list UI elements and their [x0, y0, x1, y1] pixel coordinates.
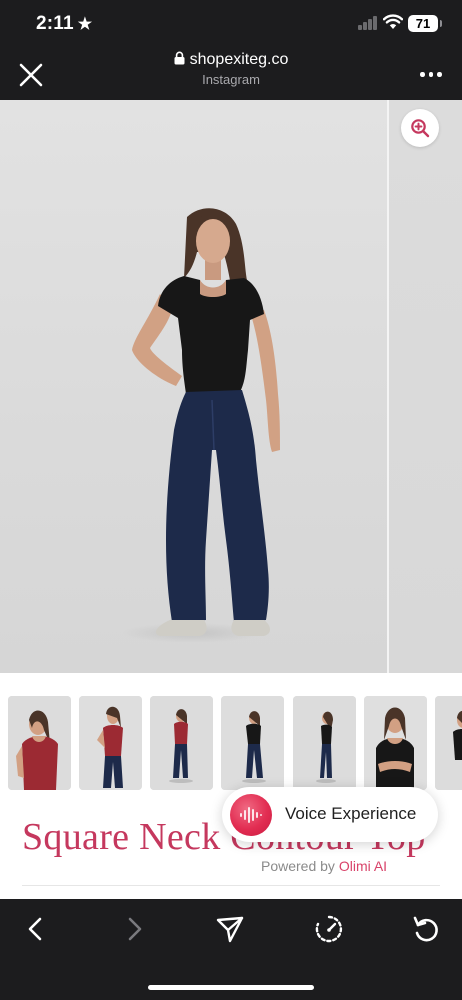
- share-icon[interactable]: [214, 913, 246, 945]
- product-main-image[interactable]: [0, 100, 387, 673]
- speed-icon[interactable]: [313, 913, 345, 945]
- zoom-button[interactable]: [401, 109, 439, 147]
- voice-experience-button[interactable]: Voice Experience: [222, 787, 438, 842]
- status-bar: 2:11 ★ 71: [0, 0, 462, 46]
- thumbnail-3[interactable]: [150, 696, 213, 790]
- product-image-gallery[interactable]: [0, 100, 462, 673]
- voice-experience-label: Voice Experience: [285, 804, 417, 823]
- source-label: Instagram: [202, 72, 260, 87]
- voice-orb: [230, 794, 272, 836]
- powered-by-prefix: Powered by: [261, 858, 335, 874]
- powered-by-text: Powered by Olimi AI: [261, 858, 387, 874]
- cellular-signal-icon: [358, 16, 378, 30]
- thumbnail-4[interactable]: [221, 696, 284, 790]
- powered-by-brand[interactable]: Olimi AI: [339, 858, 387, 874]
- browser-toolbar: [0, 899, 462, 1000]
- thumbnail-6[interactable]: [364, 696, 427, 790]
- star-icon: ★: [77, 16, 93, 33]
- reload-icon[interactable]: [410, 913, 442, 945]
- lock-icon: [174, 51, 185, 65]
- back-icon[interactable]: [20, 913, 52, 945]
- next-image-peek[interactable]: [389, 100, 462, 673]
- thumbnail-strip[interactable]: [0, 673, 462, 801]
- more-options-icon[interactable]: [418, 64, 444, 84]
- home-indicator: [148, 985, 314, 990]
- battery-indicator: 71: [408, 15, 442, 32]
- sound-wave-icon: [240, 807, 262, 823]
- url-block[interactable]: shopexiteg.co Instagram: [0, 51, 462, 87]
- title-divider: [22, 885, 440, 886]
- thumbnail-5[interactable]: [293, 696, 356, 790]
- zoom-in-icon: [411, 119, 430, 138]
- thumbnail-2[interactable]: [79, 696, 142, 790]
- status-time: 2:11 ★: [36, 13, 93, 34]
- model-illustration: [122, 208, 280, 643]
- url-line: shopexiteg.co: [0, 51, 462, 69]
- wifi-icon: [383, 14, 403, 29]
- thumbnail-7[interactable]: [435, 696, 462, 790]
- thumbnail-1[interactable]: [8, 696, 71, 790]
- forward-icon[interactable]: [118, 913, 150, 945]
- url-text: shopexiteg.co: [189, 51, 289, 68]
- page: 2:11 ★ 71 shopexiteg.co Instagram Square…: [0, 0, 462, 1000]
- browser-header: shopexiteg.co Instagram: [0, 46, 462, 100]
